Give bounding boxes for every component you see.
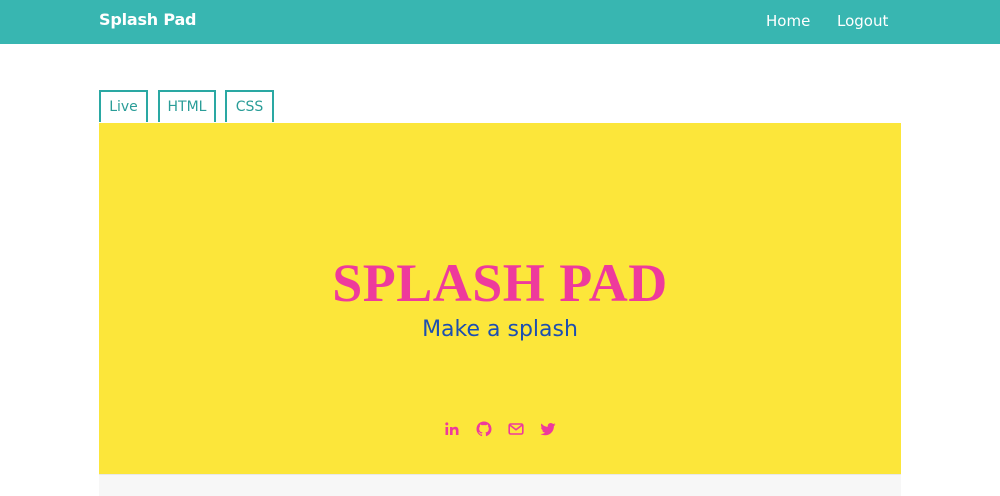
nav-home-link[interactable]: Home xyxy=(766,12,810,30)
brand-logo[interactable]: Splash Pad xyxy=(99,10,196,29)
live-preview-pane: SPLASH PAD Make a splash xyxy=(99,123,901,474)
editor-bottom-strip xyxy=(99,474,901,496)
tab-css[interactable]: CSS xyxy=(225,90,274,122)
tab-html[interactable]: HTML xyxy=(158,90,216,122)
hero-title: SPLASH PAD xyxy=(332,253,668,313)
twitter-icon[interactable] xyxy=(540,421,556,437)
social-links xyxy=(99,421,901,441)
envelope-icon[interactable] xyxy=(508,421,524,437)
tab-live[interactable]: Live xyxy=(99,90,148,122)
linkedin-icon[interactable] xyxy=(444,421,460,437)
github-icon[interactable] xyxy=(476,421,492,437)
hero-subtitle: Make a splash xyxy=(422,317,578,342)
nav-logout-link[interactable]: Logout xyxy=(837,12,888,30)
top-navbar: Splash Pad Home Logout xyxy=(0,0,1000,44)
